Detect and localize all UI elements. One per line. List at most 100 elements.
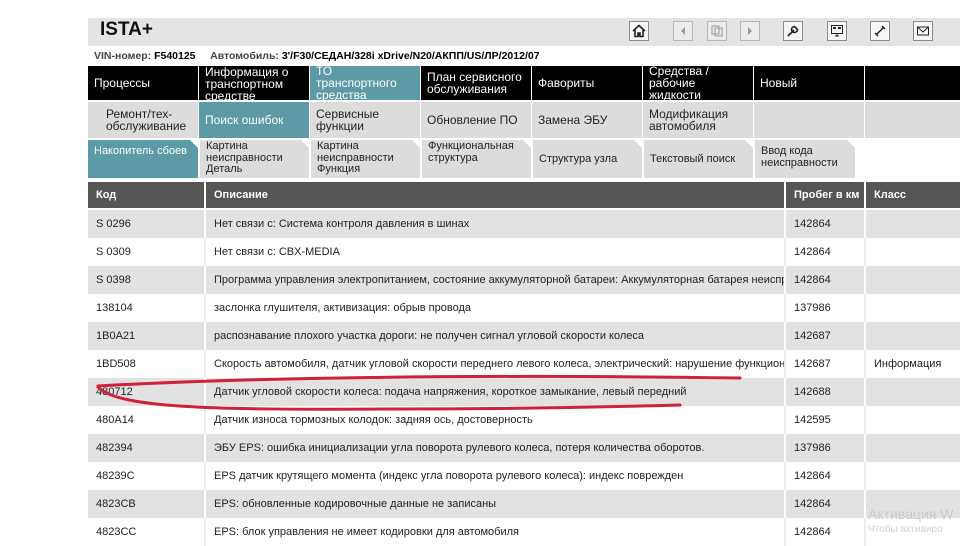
tab-functional-structure[interactable]: Функциональная структура <box>422 140 531 178</box>
col-code[interactable]: Код <box>88 182 206 208</box>
submenu-label: Замена ЭБУ <box>538 113 608 127</box>
menu-service-plan[interactable]: План сервисного обслуживания <box>421 66 532 100</box>
cell-mileage: 142864 <box>786 490 866 518</box>
table-row[interactable]: 4823CB EPS: обновленные кодировочные данн… <box>88 490 960 518</box>
submenu-empty <box>865 102 960 138</box>
forward-icon <box>748 27 752 35</box>
submenu-software-update[interactable]: Обновление ПО <box>421 102 532 138</box>
cell-class <box>866 294 960 322</box>
cell-mileage: 137986 <box>786 294 866 322</box>
tab-assembly-structure[interactable]: Структура узла <box>533 140 642 178</box>
cell-mileage: 142864 <box>786 518 866 546</box>
tab-text-search[interactable]: Текстовый поиск <box>644 140 753 178</box>
table-row[interactable]: 4823CC EPS: блок управления не имеет коди… <box>88 518 960 546</box>
cell-mileage: 142864 <box>786 462 866 490</box>
cell-class <box>866 434 960 462</box>
copy-icon <box>711 25 723 37</box>
menu-label: Фавориты <box>538 76 595 90</box>
tab-fault-memory[interactable]: Накопитель сбоев <box>88 140 198 178</box>
tab-label: Функциональная структура <box>428 140 514 164</box>
header-label: Описание <box>214 189 268 201</box>
forward-button[interactable] <box>740 21 760 41</box>
cell-description: EPS датчик крутящего момента (индекс угл… <box>206 462 786 490</box>
display-button[interactable] <box>827 21 847 41</box>
menu-vehicle-info[interactable]: Информация о транспортном средстве <box>199 66 310 100</box>
mail-button[interactable] <box>913 21 933 41</box>
cell-code: 138104 <box>88 294 206 322</box>
menu-label: Средства / рабочие жидкости <box>649 66 709 100</box>
cell-class <box>866 238 960 266</box>
copy-button[interactable] <box>707 21 727 41</box>
table-row[interactable]: 1BD508 Скорость автомобиля, датчик углово… <box>88 350 960 378</box>
cell-code: 1B0A21 <box>88 322 206 350</box>
fault-tabs: Накопитель сбоев Картина неисправности Д… <box>88 140 960 178</box>
tab-fault-pattern-part[interactable]: Картина неисправности Деталь <box>200 140 309 178</box>
table-header: Код Описание Пробег в км Класс <box>88 182 960 208</box>
cell-code: S 0296 <box>88 210 206 238</box>
cell-description: Нет связи с: Система контроля давления в… <box>206 210 786 238</box>
menu-processes[interactable]: Процессы <box>88 66 199 100</box>
cell-code: 482394 <box>88 434 206 462</box>
table-row[interactable]: S 0296 Нет связи с: Система контроля давл… <box>88 210 960 238</box>
col-mileage[interactable]: Пробег в км <box>786 182 866 208</box>
cell-mileage: 142864 <box>786 210 866 238</box>
table-row[interactable]: S 0398 Программа управления электропитани… <box>88 266 960 294</box>
cell-mileage: 142687 <box>786 322 866 350</box>
submenu-label: Модификация автомобиля <box>649 107 729 133</box>
home-icon <box>632 24 646 38</box>
menu-label: Процессы <box>94 76 151 90</box>
cell-class <box>866 210 960 238</box>
submenu-repair[interactable]: Ремонт/тех-обслуживание <box>88 102 199 138</box>
cell-description: распознавание плохого участка дороги: не… <box>206 322 786 350</box>
table-row[interactable]: 138104 заслонка глушителя, активизация: о… <box>88 294 960 322</box>
watermark-line: Активация W <box>868 506 954 522</box>
cell-class <box>866 378 960 406</box>
cell-description: Скорость автомобиля, датчик угловой скор… <box>206 350 786 378</box>
cell-code: 480A14 <box>88 406 206 434</box>
home-button[interactable] <box>629 21 649 41</box>
cell-class: Информация <box>874 358 942 370</box>
submenu-label: Поиск ошибок <box>205 113 284 127</box>
table-row[interactable]: 482394 ЭБУ EPS: ошибка инициализации угла… <box>88 434 960 462</box>
submenu-service-functions[interactable]: Сервисные функции <box>310 102 421 138</box>
menu-label: Новый <box>760 76 798 90</box>
menu-new[interactable]: Новый <box>754 66 865 100</box>
cell-class <box>866 462 960 490</box>
menu-favorites[interactable]: Фавориты <box>532 66 643 100</box>
cell-mileage: 142688 <box>786 378 866 406</box>
settings-button[interactable] <box>870 21 890 41</box>
menu-fluids[interactable]: Средства / рабочие жидкости <box>643 66 754 100</box>
settings-icon <box>874 25 886 37</box>
cell-code: 480712 <box>88 378 206 406</box>
table-row[interactable]: 1B0A21 распознавание плохого участка доро… <box>88 322 960 350</box>
tab-fault-pattern-function[interactable]: Картина неисправности Функция <box>311 140 420 178</box>
col-description[interactable]: Описание <box>206 182 786 208</box>
table-row[interactable]: 480712 Датчик угловой скорости колеса: по… <box>88 378 960 406</box>
service-button[interactable] <box>783 21 803 41</box>
cell-description: EPS: обновленные кодировочные данные не … <box>206 490 786 518</box>
cell-description: заслонка глушителя, активизация: обрыв п… <box>206 294 786 322</box>
car-label: Автомобиль: <box>210 50 279 62</box>
tab-label: Ввод кода неисправности <box>761 145 838 169</box>
cell-class <box>866 322 960 350</box>
col-class[interactable]: Класс <box>866 182 960 208</box>
cell-description: Датчик износа тормозных колодок: задняя … <box>206 406 786 434</box>
submenu-vehicle-modification[interactable]: Модификация автомобиля <box>643 102 754 138</box>
submenu-ecu-replace[interactable]: Замена ЭБУ <box>532 102 643 138</box>
vin-label: VIN-номер: <box>94 50 152 62</box>
menu-label: Информация о транспортном средстве <box>205 66 289 100</box>
back-button[interactable] <box>673 21 693 41</box>
cell-code: S 0398 <box>88 266 206 294</box>
menu-vehicle-service[interactable]: ТО транспортного средства <box>310 66 421 100</box>
menu-label: План сервисного обслуживания <box>427 70 522 96</box>
table-row[interactable]: S 0309 Нет связи с: CBX-MEDIA 142864 <box>88 238 960 266</box>
wrench-icon <box>787 25 799 37</box>
table-row[interactable]: 480A14 Датчик износа тормозных колодок: з… <box>88 406 960 434</box>
cell-mileage: 142864 <box>786 238 866 266</box>
cell-code: 4823CC <box>88 518 206 546</box>
tab-fault-code-input[interactable]: Ввод кода неисправности <box>755 140 855 178</box>
submenu-label: Сервисные функции <box>316 107 380 133</box>
submenu-fault-search[interactable]: Поиск ошибок <box>199 102 310 138</box>
table-row[interactable]: 48239C EPS датчик крутящего момента (инде… <box>88 462 960 490</box>
cell-mileage: 142864 <box>786 266 866 294</box>
